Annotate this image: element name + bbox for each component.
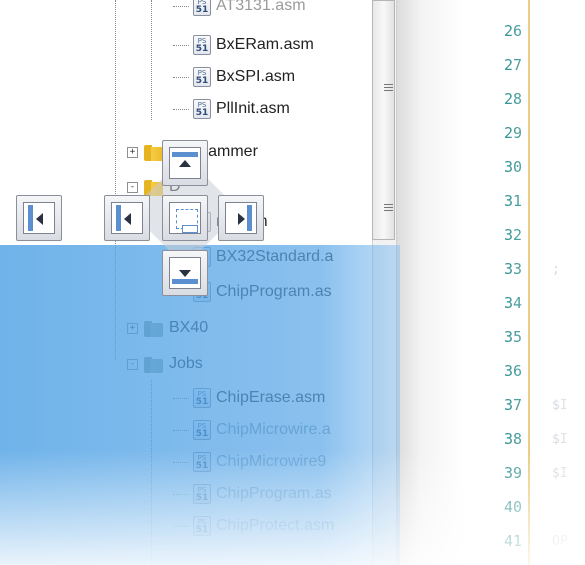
tree-connector (173, 76, 189, 78)
asm-file-icon: PS51 (193, 0, 211, 16)
scroll-grip-icon (384, 84, 393, 92)
asm-file-icon: PS51 (193, 99, 211, 119)
tree-file-item[interactable]: PS 51 BxERam.asm (173, 33, 314, 57)
tree-item-label: BxERam.asm (216, 36, 314, 53)
right-fade-overlay (500, 0, 585, 565)
expand-icon[interactable]: + (127, 146, 138, 158)
tree-item-label: PllInit.asm (216, 100, 290, 117)
tree-item-label: AT3131.asm (216, 0, 306, 14)
tree-file-item[interactable]: PS 51 PllInit.asm (173, 97, 290, 121)
dock-tabbed-document-icon (169, 202, 201, 234)
bottom-fade-overlay (0, 450, 585, 565)
dock-left-arrow-icon (23, 202, 55, 234)
tree-connector (173, 108, 189, 110)
scroll-grip-icon (384, 204, 393, 212)
file-icon-label: 51 (195, 44, 209, 54)
dock-right-arrow-icon (225, 202, 257, 234)
file-icon-label: 51 (195, 5, 209, 15)
dock-center-tab-button[interactable] (162, 195, 208, 241)
dock-left-button[interactable] (104, 195, 150, 241)
folder-icon (144, 143, 164, 161)
tree-item-label: BxSPI.asm (216, 68, 296, 85)
collapse-icon[interactable]: - (127, 181, 138, 193)
dock-far-left-button[interactable] (16, 195, 62, 241)
tree-connector (173, 44, 189, 46)
dock-right-button[interactable] (218, 195, 264, 241)
tree-connector (173, 5, 189, 7)
dock-top-button[interactable] (162, 140, 208, 186)
file-icon-label: 51 (195, 76, 209, 86)
dock-left-arrow-icon (111, 202, 143, 234)
dock-bottom-button[interactable] (162, 250, 208, 296)
tree-file-item[interactable]: PS 51 AT3131.asm (173, 0, 306, 18)
dock-up-arrow-icon (169, 147, 201, 179)
file-icon-label: 51 (195, 108, 209, 118)
asm-file-icon: PS51 (193, 67, 211, 87)
asm-file-icon: PS51 (193, 35, 211, 55)
tree-connector (151, 0, 152, 120)
tree-file-item[interactable]: PS 51 BxSPI.asm (173, 65, 295, 89)
dock-down-arrow-icon (169, 257, 201, 289)
